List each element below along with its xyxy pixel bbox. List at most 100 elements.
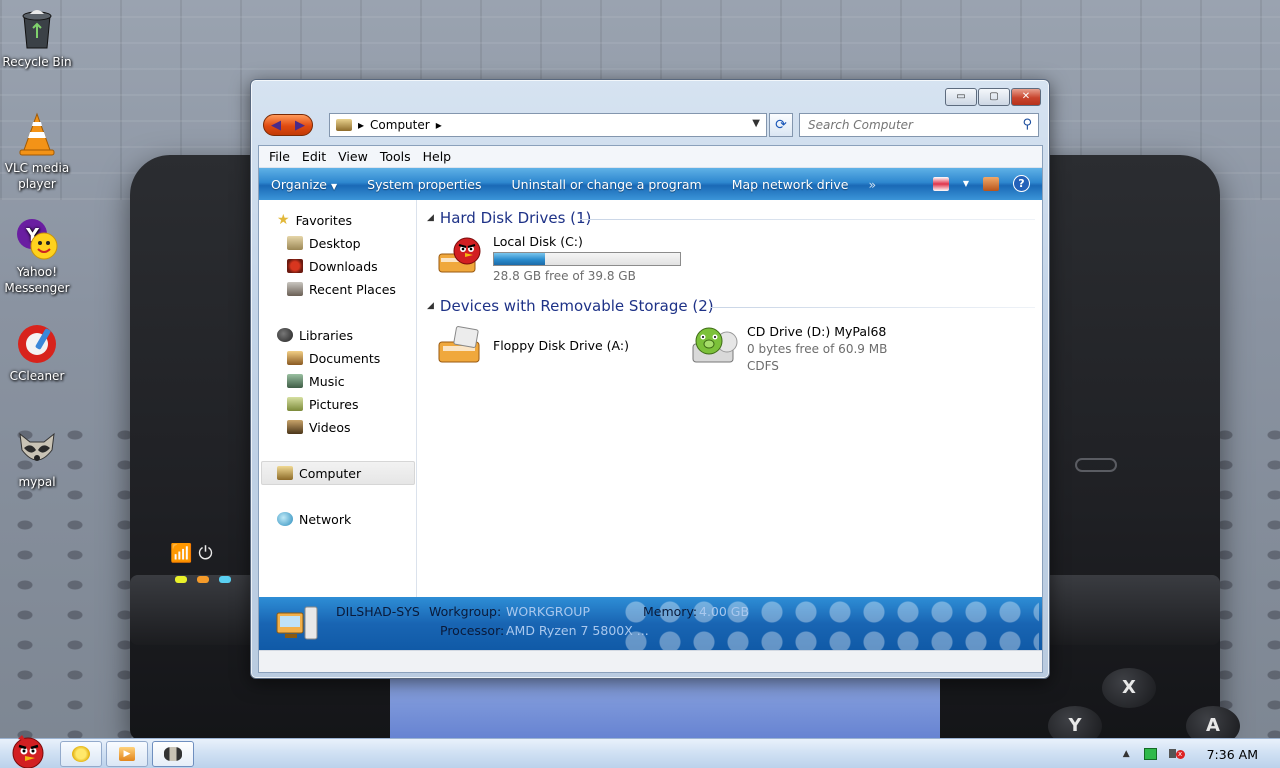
desktop-icon-mypal[interactable]: mypal <box>0 426 74 490</box>
forward-arrow-icon[interactable]: ▶ <box>295 118 305 133</box>
desktop-icon-ccleaner[interactable]: CCleaner <box>0 320 74 384</box>
map-network-drive-button[interactable]: Map network drive <box>732 177 849 192</box>
nav-item-favorites[interactable]: ★ Favorites <box>277 211 352 229</box>
ccleaner-icon <box>18 325 56 363</box>
drive-cd-d[interactable]: CD Drive (D:) MyPal68 0 bytes free of 60… <box>691 324 887 373</box>
wallpaper-console-x-button: X <box>1102 668 1156 708</box>
nav-label: Favorites <box>295 212 353 228</box>
menu-help[interactable]: Help <box>417 149 458 164</box>
collapse-triangle-icon[interactable]: ◢ <box>427 213 434 223</box>
system-properties-button[interactable]: System properties <box>367 177 481 192</box>
desktop-icon-recycle-bin[interactable]: Recycle Bin <box>0 6 74 70</box>
drive-local-disk-c[interactable]: Local Disk (C:) 28.8 GB free of 39.8 GB <box>437 234 681 283</box>
nav-item-network[interactable]: Network <box>277 510 351 528</box>
group-header-removable-storage[interactable]: ◢ Devices with Removable Storage (2) <box>427 297 714 315</box>
desktop-icon-yahoo-messenger[interactable]: Y Yahoo! Messenger <box>0 216 74 296</box>
nav-item-desktop[interactable]: Desktop <box>287 234 361 252</box>
chevron-down-icon[interactable]: ▼ <box>963 179 969 188</box>
organize-button[interactable]: Organize ▼ <box>271 177 337 192</box>
nav-label: Videos <box>309 419 351 435</box>
wallpaper-led <box>197 576 209 583</box>
network-status-icon[interactable] <box>1143 748 1157 760</box>
change-view-icon[interactable] <box>932 176 949 191</box>
drive-name: Local Disk (C:) <box>493 234 583 249</box>
search-icon[interactable]: ⚲ <box>1022 117 1032 132</box>
organize-label: Organize <box>271 176 327 192</box>
maximize-button[interactable]: ▢ <box>978 88 1010 106</box>
nav-item-music[interactable]: Music <box>287 372 345 390</box>
navigation-pane: ★ Favorites Desktop Downloads Recent Pla… <box>259 200 417 597</box>
wallpaper-status-icons: 📶⏻ <box>170 543 219 564</box>
menu-file[interactable]: File <box>263 149 296 164</box>
speaker-icon <box>1168 749 1176 758</box>
collapse-triangle-icon[interactable]: ◢ <box>427 301 434 311</box>
taskbar: ▶ ▲ x 7:36 AM <box>0 735 1280 768</box>
floppy-drive-icon <box>438 326 480 363</box>
start-button-angry-bird-icon[interactable] <box>4 731 52 768</box>
wallpaper-led <box>219 576 231 583</box>
drive-usage-bar <box>493 252 681 266</box>
network-icon <box>277 512 293 526</box>
drive-free-space: 0 bytes free of 60.9 MB <box>747 342 888 356</box>
breadcrumb-separator[interactable]: ▸ <box>436 118 442 132</box>
show-hidden-icons-button[interactable]: ▲ <box>1123 749 1130 759</box>
preview-pane-icon[interactable] <box>983 176 999 191</box>
menu-tools[interactable]: Tools <box>374 149 417 164</box>
volume-muted-icon[interactable]: x <box>1168 747 1185 761</box>
help-icon[interactable]: ? <box>1013 175 1030 192</box>
breadcrumb-computer[interactable]: Computer <box>370 118 430 132</box>
documents-icon <box>287 351 303 365</box>
desktop-icon-label: VLC media player <box>4 161 70 191</box>
drive-name: Floppy Disk Drive (A:) <box>493 337 629 353</box>
desktop-icon-vlc[interactable]: VLC media player <box>0 112 74 192</box>
nav-item-libraries[interactable]: Libraries <box>277 326 353 344</box>
back-arrow-icon[interactable]: ◀ <box>271 118 281 133</box>
menu-edit[interactable]: Edit <box>296 149 332 164</box>
desktop-icon-label: CCleaner <box>9 369 65 383</box>
group-header-hard-disk-drives[interactable]: ◢ Hard Disk Drives (1) <box>427 209 591 227</box>
nav-item-computer[interactable]: Computer <box>277 464 361 482</box>
drive-name: CD Drive (D:) MyPal68 <box>747 324 887 339</box>
pictures-icon <box>287 397 303 411</box>
breadcrumb-separator[interactable]: ▸ <box>358 118 364 132</box>
star-icon: ★ <box>277 212 290 228</box>
nav-item-videos[interactable]: Videos <box>287 418 351 436</box>
drive-free-space: 28.8 GB free of 39.8 GB <box>493 269 636 283</box>
more-commands-button[interactable]: » <box>868 177 876 192</box>
libraries-icon <box>277 328 293 342</box>
back-forward-buttons: ◀ ▶ <box>263 114 313 136</box>
desktop-icon-label: mypal <box>18 475 56 489</box>
nav-item-pictures[interactable]: Pictures <box>287 395 359 413</box>
folder-sun-icon <box>72 746 90 762</box>
minimize-button[interactable]: ▭ <box>945 88 977 106</box>
vlc-cone-icon <box>19 112 55 156</box>
nav-label: Documents <box>309 350 381 366</box>
downloads-icon <box>287 259 303 273</box>
workgroup-label: Workgroup: <box>429 604 502 619</box>
desktop-folder-icon <box>287 236 303 250</box>
taskbar-explorer-button[interactable] <box>60 741 102 767</box>
close-button[interactable]: ✕ <box>1011 88 1041 106</box>
taskbar-media-player-button[interactable]: ▶ <box>106 741 148 767</box>
nav-label: Music <box>309 373 345 389</box>
memory-label: Memory: <box>643 604 698 619</box>
drive-file-system: CDFS <box>747 359 779 373</box>
nav-item-recent-places[interactable]: Recent Places <box>287 280 396 298</box>
search-input[interactable] <box>808 118 1008 132</box>
address-bar[interactable]: ▸ Computer ▸ ▼ <box>329 113 767 137</box>
nav-item-documents[interactable]: Documents <box>287 349 380 367</box>
drive-floppy-a[interactable]: Floppy Disk Drive (A:) <box>437 324 629 366</box>
explorer-body: File Edit View Tools Help Organize ▼ Sys… <box>258 145 1043 673</box>
workgroup-value: WORKGROUP <box>506 604 590 619</box>
computer-name: DILSHAD-SYS <box>336 604 420 619</box>
uninstall-program-button[interactable]: Uninstall or change a program <box>512 177 702 192</box>
menu-view[interactable]: View <box>332 149 374 164</box>
group-title: Hard Disk Drives (1) <box>439 209 592 227</box>
nav-item-downloads[interactable]: Downloads <box>287 257 378 275</box>
taskbar-mypal-button[interactable] <box>152 741 194 767</box>
processor-label: Processor: <box>440 623 505 638</box>
refresh-icon[interactable]: ⟳ <box>769 113 793 137</box>
nav-label: Network <box>299 511 352 527</box>
clock[interactable]: 7:36 AM <box>1207 747 1258 762</box>
address-dropdown-icon[interactable]: ▼ <box>752 118 760 129</box>
